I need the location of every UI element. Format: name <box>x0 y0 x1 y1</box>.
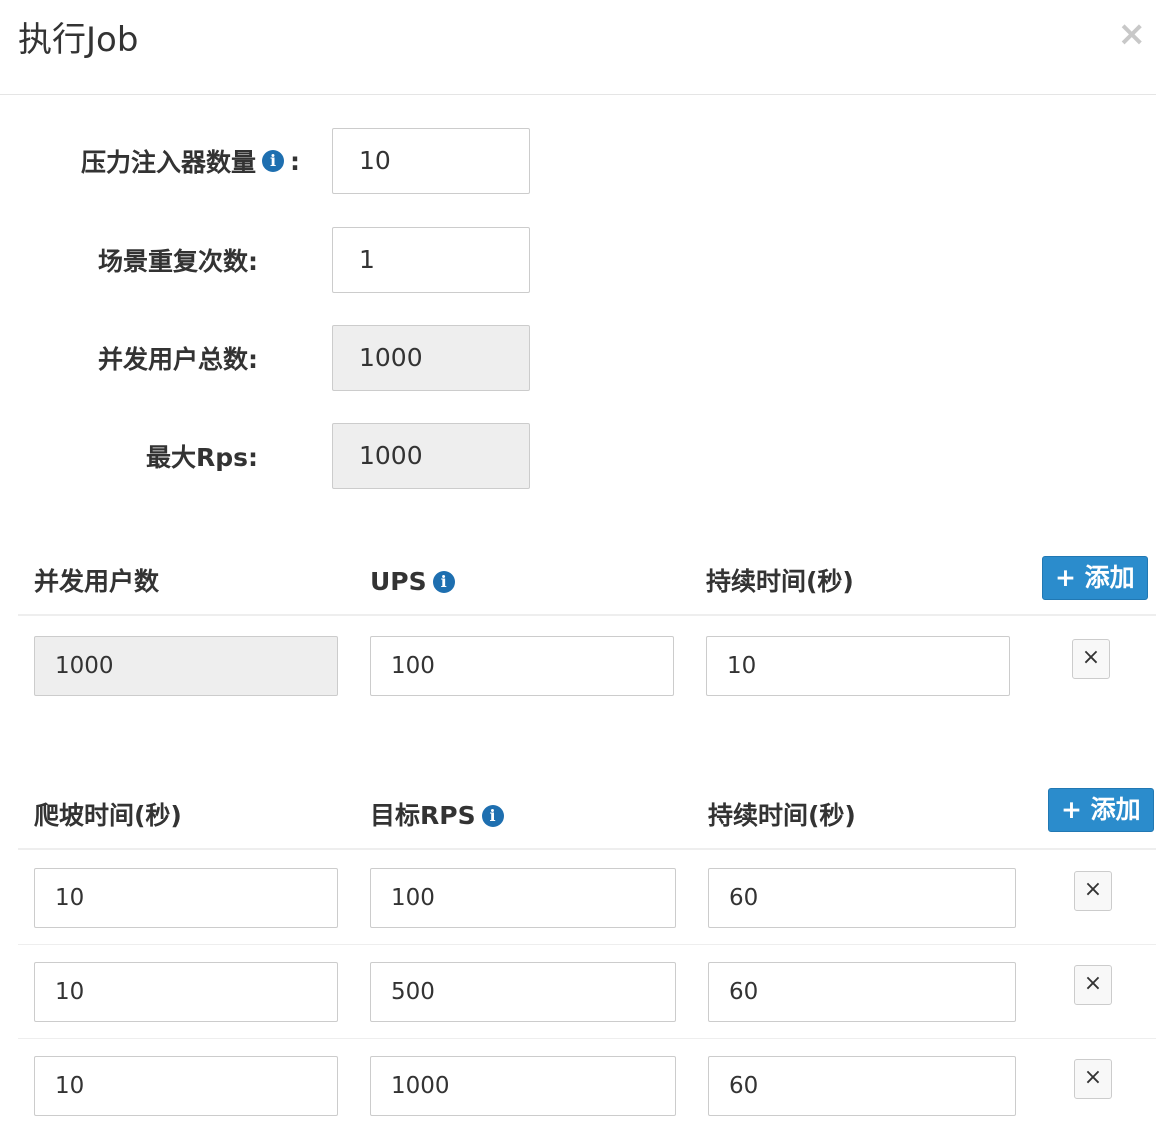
delete-row-button[interactable]: × <box>1074 965 1112 1005</box>
target-rps-input[interactable]: 1000 <box>370 1056 676 1116</box>
duration-input[interactable]: 60 <box>708 868 1016 928</box>
duration-input[interactable]: 60 <box>708 1056 1016 1116</box>
rps-table-header: 爬坡时间(秒) 目标RPS i 持续时间(秒) + 添加 <box>18 786 1156 850</box>
column-header: 目标RPS <box>370 801 476 830</box>
info-icon[interactable]: i <box>481 805 504 827</box>
max-rps-label: 最大Rps: <box>145 443 258 472</box>
ramp-time-input[interactable]: 10 <box>34 1056 338 1116</box>
column-header: 持续时间(秒) <box>706 567 854 596</box>
ramp-time-input[interactable]: 10 <box>34 962 338 1022</box>
form-row-total-users: 并发用户总数: 1000 <box>0 325 600 391</box>
delete-row-button[interactable]: × <box>1074 1059 1112 1099</box>
column-header: 并发用户数 <box>34 567 160 596</box>
scenario-repeat-input[interactable]: 1 <box>332 227 530 293</box>
column-header: UPS <box>370 567 427 596</box>
ups-input[interactable]: 100 <box>370 636 674 696</box>
ups-table-header: 并发用户数 UPS i 持续时间(秒) + 添加 <box>18 552 1156 616</box>
scenario-repeat-label: 场景重复次数: <box>98 247 258 276</box>
row-divider <box>18 1038 1156 1039</box>
column-header: 爬坡时间(秒) <box>34 801 182 830</box>
duration-input[interactable]: 60 <box>708 962 1016 1022</box>
delete-row-button[interactable]: × <box>1072 639 1110 679</box>
target-rps-input[interactable]: 500 <box>370 962 676 1022</box>
duration-input[interactable]: 10 <box>706 636 1010 696</box>
total-users-input: 1000 <box>332 325 530 391</box>
injector-count-input[interactable]: 10 <box>332 128 530 194</box>
modal-header: 执行Job × <box>0 0 1156 95</box>
add-ups-row-button[interactable]: + 添加 <box>1042 556 1148 600</box>
column-header-ups: UPS i <box>370 552 455 612</box>
form-row-scenario-repeat: 场景重复次数: 1 <box>0 227 600 293</box>
column-header-target-rps: 目标RPS i <box>370 786 504 846</box>
form-row-injector-count: 压力注入器数量 i : 10 <box>0 128 600 194</box>
ramp-time-input[interactable]: 10 <box>34 868 338 928</box>
info-icon[interactable]: i <box>432 571 455 593</box>
modal-title: 执行Job <box>18 20 139 60</box>
injector-count-label-group: 压力注入器数量 i : <box>0 128 300 194</box>
total-users-label: 并发用户总数: <box>98 345 258 374</box>
info-icon[interactable]: i <box>262 150 284 172</box>
label-colon: : <box>290 146 300 176</box>
delete-row-button[interactable]: × <box>1074 871 1112 911</box>
column-header: 持续时间(秒) <box>708 801 856 830</box>
injector-count-label: 压力注入器数量 <box>80 148 256 177</box>
form-row-max-rps: 最大Rps: 1000 <box>0 423 600 489</box>
close-icon[interactable]: × <box>1118 14 1147 54</box>
target-rps-input[interactable]: 100 <box>370 868 676 928</box>
max-rps-input: 1000 <box>332 423 530 489</box>
add-rps-row-button[interactable]: + 添加 <box>1048 788 1154 832</box>
row-divider <box>18 944 1156 945</box>
users-input: 1000 <box>34 636 338 696</box>
